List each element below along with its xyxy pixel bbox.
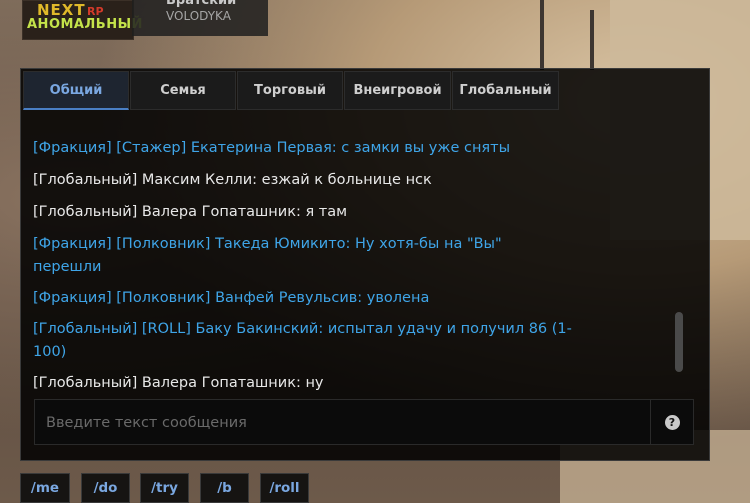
message-list[interactable]: [Фракция] [Стажер] Екатерина Первая: с з… bbox=[33, 112, 573, 394]
tab-ooc[interactable]: Внеигровой bbox=[344, 71, 451, 110]
tab-trade[interactable]: Торговый bbox=[237, 71, 343, 110]
command-bar: /me /do /try /b /roll bbox=[20, 473, 309, 503]
chat-message: [Фракция] [Стажер] Екатерина Первая: с з… bbox=[33, 140, 511, 156]
chat-message: [Глобальный] Валера Гопаташник: я там bbox=[33, 204, 348, 220]
chat-message: [Глобальный] Максим Келли: езжай к больн… bbox=[33, 172, 432, 188]
help-button[interactable]: ? bbox=[650, 400, 693, 444]
question-circle-icon: ? bbox=[664, 414, 680, 430]
cmd-do-button[interactable]: /do bbox=[81, 473, 130, 503]
chat-message: [Глобальный] [ROLL] Баку Бакинский: испы… bbox=[33, 321, 572, 360]
scene-railing bbox=[590, 10, 594, 70]
chat-message: [Глобальный] Валера Гопаташник: ну bbox=[33, 375, 324, 391]
tab-global[interactable]: Глобальный bbox=[452, 71, 559, 110]
chat-message: [Фракция] [Полковник] Ванфей Ревульсив: … bbox=[33, 290, 430, 306]
cmd-b-button[interactable]: /b bbox=[200, 473, 249, 503]
chat-tabs: Общий Семья Торговый Внеигровой Глобальн… bbox=[23, 71, 560, 110]
chat-scrollbar[interactable] bbox=[675, 312, 683, 372]
logo-text-bottom: АНОМАЛЬНЫЙ bbox=[27, 17, 143, 32]
tab-general[interactable]: Общий bbox=[23, 71, 129, 110]
tab-family[interactable]: Семья bbox=[130, 71, 236, 110]
server-name: Братский bbox=[166, 0, 237, 8]
message-input-box: ? bbox=[34, 399, 694, 446]
cmd-roll-button[interactable]: /roll bbox=[260, 473, 309, 503]
scene-railing bbox=[540, 0, 544, 70]
chat-message: [Фракция] [Полковник] Такеда Юмикито: Ну… bbox=[33, 236, 502, 275]
message-input[interactable] bbox=[35, 400, 664, 446]
chat-window: Общий Семья Торговый Внеигровой Глобальн… bbox=[20, 68, 710, 461]
cmd-try-button[interactable]: /try bbox=[140, 473, 189, 503]
player-name: VOLODYKA bbox=[166, 9, 231, 23]
game-logo: NEXT RP АНОМАЛЬНЫЙ bbox=[22, 0, 142, 40]
cmd-me-button[interactable]: /me bbox=[20, 473, 70, 503]
server-info: Братский VOLODYKA bbox=[132, 0, 268, 36]
